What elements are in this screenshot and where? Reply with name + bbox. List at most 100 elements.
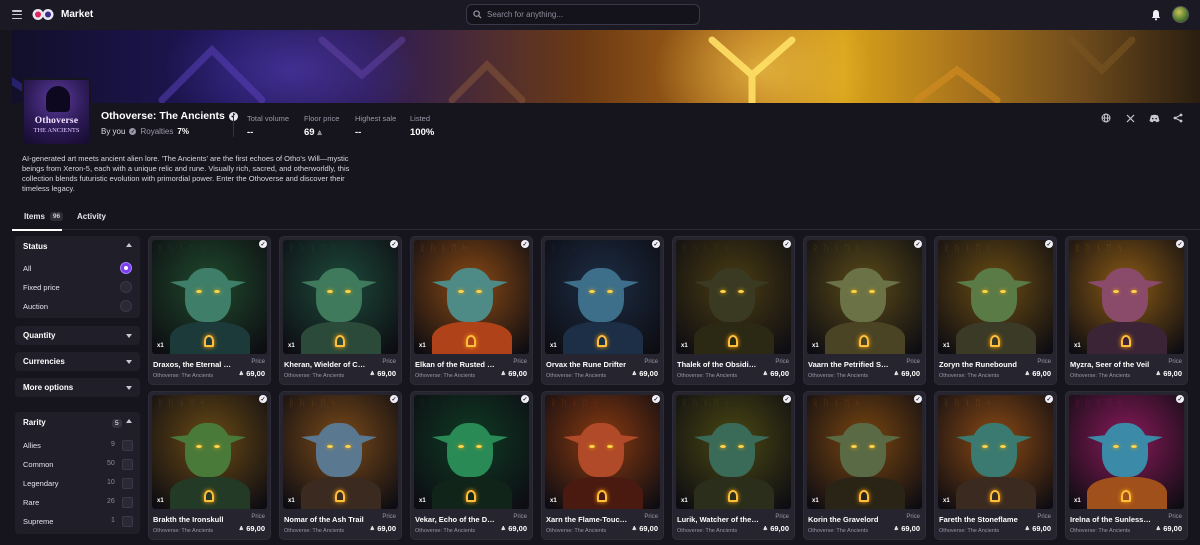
item-image[interactable]: ᚱᚢᚾᛖᛋ [676,240,791,354]
rarity-checkbox-legendary[interactable] [122,478,133,489]
rune-decoration: ᚱᚢᚾᛖᛋ [158,244,211,254]
x-icon[interactable] [1122,110,1138,126]
share-icon[interactable] [1170,110,1186,126]
item-image[interactable]: ᚱᚢᚾᛖᛋ [1069,395,1184,509]
item-card[interactable]: ᚱᚢᚾᛖᛋ x1 ✓ Thalek of the Obsidian Blade Otho… [672,236,795,385]
item-collection: Othoverse: The Ancients [415,373,476,379]
item-name[interactable]: Myzra, Seer of the Veil [1070,360,1152,369]
rarity-checkbox-allies[interactable] [122,440,133,451]
price-label: Price [1037,359,1051,365]
item-card[interactable]: ᚱᚢᚾᛖᛋ x1 ✓ Lurik, Watcher of the Spire Othov… [672,391,795,540]
item-name[interactable]: Xarn the Flame-Touched [546,515,628,524]
item-image[interactable]: ᚱᚢᚾᛖᛋ [414,240,529,354]
rarity-option-allies[interactable]: Allies [23,441,41,450]
item-image[interactable]: ᚱᚢᚾᛖᛋ [152,240,267,354]
item-image[interactable]: ᚱᚢᚾᛖᛋ [807,395,922,509]
rune-decoration: ᚱᚢᚾᛖᛋ [682,244,735,254]
check-icon: ✓ [1176,240,1184,248]
rarity-option-supreme[interactable]: Supreme [23,517,53,526]
status-option-all[interactable]: All [23,264,31,273]
tab-items[interactable]: Items 96 [24,212,64,221]
item-name[interactable]: Elkan of the Rusted Crown [415,360,497,369]
rarity-option-rare[interactable]: Rare [23,498,39,507]
rarity-checkbox-rare[interactable] [122,497,133,508]
item-name[interactable]: Orvax the Rune Drifter [546,360,628,369]
rarity-option-legendary[interactable]: Legendary [23,479,58,488]
search-input[interactable] [487,10,687,19]
item-name[interactable]: Korin the Gravelord [808,515,890,524]
item-card[interactable]: ᚱᚢᚾᛖᛋ x1 ✓ Vaarn the Petrified Sage Othovers… [803,236,926,385]
search-bar[interactable] [466,4,700,25]
item-name[interactable]: Nomar of the Ash Trail [284,515,366,524]
item-name[interactable]: Vaarn the Petrified Sage [808,360,890,369]
item-name[interactable]: Zoryn the Runebound [939,360,1021,369]
item-name[interactable]: Lurik, Watcher of the Spire [677,515,759,524]
item-card[interactable]: ᚱᚢᚾᛖᛋ x1 ✓ Zoryn the Runebound Othoverse: Th… [934,236,1057,385]
item-image[interactable]: ᚱᚢᚾᛖᛋ [545,395,660,509]
discord-icon[interactable] [1146,110,1162,126]
item-image[interactable]: ᚱᚢᚾᛖᛋ [807,240,922,354]
currencies-filter-panel[interactable]: Currencies [15,352,140,371]
status-radio-all[interactable] [120,262,132,274]
chevron-up-icon[interactable] [126,419,132,423]
check-icon: ✓ [1176,395,1184,403]
item-card[interactable]: ᚱᚢᚾᛖᛋ x1 ✓ Draxos, the Eternal Watcher Othov… [148,236,271,385]
item-name[interactable]: Irelna of the Sunless Realm [1070,515,1152,524]
user-avatar[interactable] [1172,6,1189,23]
item-card[interactable]: ᚱᚢᚾᛖᛋ x1 ✓ Elkan of the Rusted Crown Othover… [410,236,533,385]
status-radio-auction[interactable] [120,300,132,312]
item-name[interactable]: Kheran, Wielder of Crystals [284,360,366,369]
currency-icon: ⩓ [1156,524,1161,532]
item-price: ⩓ 69,00 [501,369,527,378]
item-card[interactable]: ᚱᚢᚾᛖᛋ x1 ✓ Nomar of the Ash Trail Othoverse:… [279,391,402,540]
item-card[interactable]: ᚱᚢᚾᛖᛋ x1 ✓ Xarn the Flame-Touched Othoverse:… [541,391,664,540]
item-image[interactable]: ᚱᚢᚾᛖᛋ [938,240,1053,354]
item-card[interactable]: ᚱᚢᚾᛖᛋ x1 ✓ Vekar, Echo of the Dust Othoverse… [410,391,533,540]
item-image[interactable]: ᚱᚢᚾᛖᛋ [676,395,791,509]
item-price: ⩓ 69,00 [1156,524,1182,533]
item-image[interactable]: ᚱᚢᚾᛖᛋ [283,395,398,509]
item-card[interactable]: ᚱᚢᚾᛖᛋ x1 ✓ Brakth the Ironskull Othoverse: T… [148,391,271,540]
item-image[interactable]: ᚱᚢᚾᛖᛋ [152,395,267,509]
item-name[interactable]: Thalek of the Obsidian Blade [677,360,759,369]
item-name[interactable]: Vekar, Echo of the Dust [415,515,497,524]
app-title[interactable]: Market [61,9,93,20]
item-name[interactable]: Fareth the Stoneflame [939,515,1021,524]
royalties-label: Royalties [140,127,174,136]
globe-icon[interactable] [1098,110,1114,126]
status-option-fixed-price[interactable]: Fixed price [23,283,60,292]
item-image[interactable]: ᚱᚢᚾᛖᛋ [938,395,1053,509]
rarity-option-common[interactable]: Common [23,460,53,469]
status-option-auction[interactable]: Auction [23,302,48,311]
menu-icon[interactable] [12,10,22,19]
item-name[interactable]: Brakth the Ironskull [153,515,235,524]
quantity-filter-panel[interactable]: Quantity [15,326,140,345]
creator-label[interactable]: By you [101,127,125,136]
item-card[interactable]: ᚱᚢᚾᛖᛋ x1 ✓ Kheran, Wielder of Crystals Othov… [279,236,402,385]
status-filter-title[interactable]: Status [23,242,47,251]
rune-decoration: ᚱᚢᚾᛖᛋ [944,399,997,409]
rarity-filter-title[interactable]: Rarity [23,418,46,427]
item-image[interactable]: ᚱᚢᚾᛖᛋ [414,395,529,509]
more-options-panel[interactable]: More options [15,378,140,397]
chevron-up-icon[interactable] [126,243,132,247]
item-card[interactable]: ᚱᚢᚾᛖᛋ x1 ✓ Orvax the Rune Drifter Othoverse:… [541,236,664,385]
quantity-badge: x1 [943,498,950,504]
tab-activity[interactable]: Activity [77,212,106,221]
item-collection: Othoverse: The Ancients [939,528,1000,534]
quantity-badge: x1 [550,498,557,504]
item-image[interactable]: ᚱᚢᚾᛖᛋ [283,240,398,354]
item-image[interactable]: ᚱᚢᚾᛖᛋ [1069,240,1184,354]
currency-icon: ⩓ [763,524,768,532]
logo-icon[interactable] [32,8,54,21]
item-card[interactable]: ᚱᚢᚾᛖᛋ x1 ✓ Korin the Gravelord Othoverse: Th… [803,391,926,540]
item-card[interactable]: ᚱᚢᚾᛖᛋ x1 ✓ Myzra, Seer of the Veil Othoverse… [1065,236,1188,385]
item-name[interactable]: Draxos, the Eternal Watcher [153,360,235,369]
rarity-checkbox-supreme[interactable] [122,516,133,527]
item-card[interactable]: ᚱᚢᚾᛖᛋ x1 ✓ Irelna of the Sunless Realm Othov… [1065,391,1188,540]
item-image[interactable]: ᚱᚢᚾᛖᛋ [545,240,660,354]
rarity-checkbox-common[interactable] [122,459,133,470]
status-radio-fixed-price[interactable] [120,281,132,293]
item-card[interactable]: ᚱᚢᚾᛖᛋ x1 ✓ Fareth the Stoneflame Othoverse: … [934,391,1057,540]
bell-icon[interactable] [1150,9,1162,21]
